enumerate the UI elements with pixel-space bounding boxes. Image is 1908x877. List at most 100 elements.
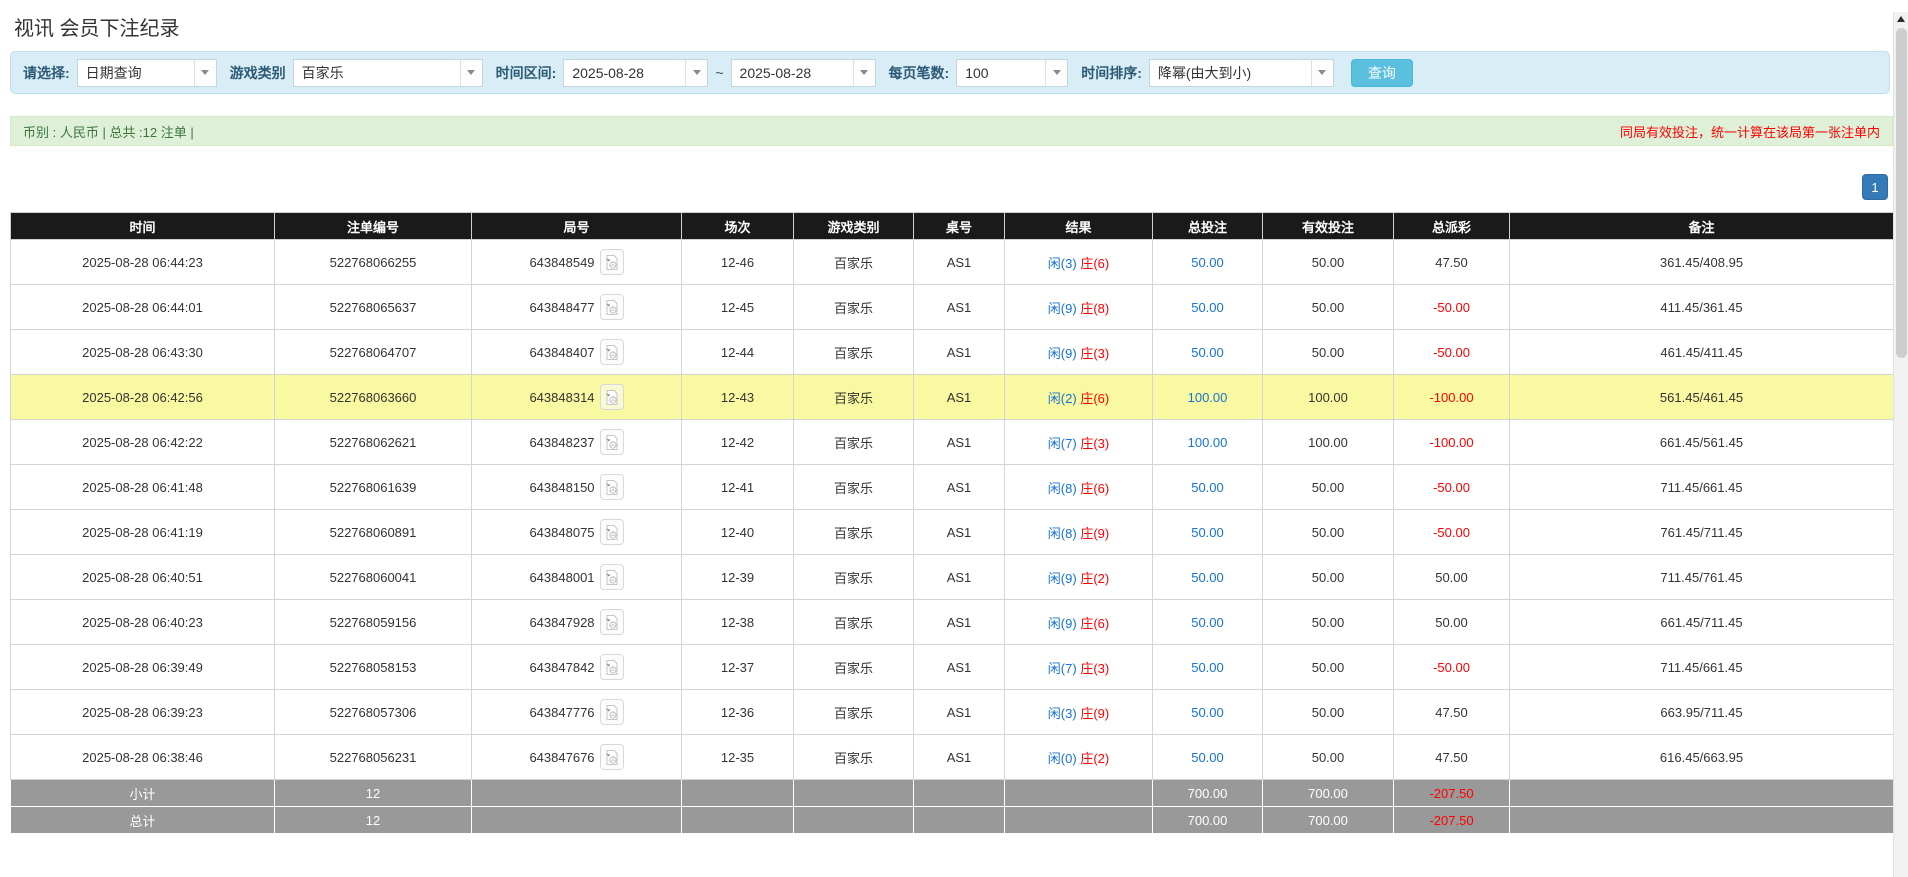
subtotal-row-result-empty [1005,780,1153,807]
table-row: 2025-08-28 06:39:49522768058153643847842… [11,645,1894,690]
scrollbar-thumb[interactable] [1896,28,1907,358]
column-header-total-bet: 总投注 [1153,213,1263,240]
betting-records-page: 视讯 会员下注纪录 请选择: 日期查询 游戏类别 百家乐 时间区间: 2025-… [0,12,1893,834]
result-text: 闲(0) 庄(2) [1048,751,1109,766]
payout-cell: -50.00 [1394,330,1510,375]
total-bet-link[interactable]: 50.00 [1191,705,1224,720]
remark-cell: 711.45/761.45 [1510,555,1894,600]
game-type-select[interactable]: 百家乐 [293,59,483,87]
video-replay-button[interactable] [600,384,624,410]
video-replay-button[interactable] [600,429,624,455]
filter-bar: 请选择: 日期查询 游戏类别 百家乐 时间区间: 2025-08-28 ~ 20… [10,51,1890,94]
video-replay-button[interactable] [600,699,624,725]
total-bet-link[interactable]: 50.00 [1191,660,1224,675]
total-bet-link[interactable]: 50.00 [1191,300,1224,315]
round-cell: 643848477 [472,285,682,330]
session-cell: 12-38 [682,600,794,645]
query-type-label: 请选择: [23,63,70,83]
film-icon [604,434,619,451]
summary-bar: 币别 : 人民币 | 总共 :12 注单 | 同局有效投注，统一计算在该局第一张… [10,116,1893,146]
total-bet-link[interactable]: 100.00 [1188,435,1228,450]
banker-result: 庄(3) [1080,436,1109,451]
session-cell: 12-40 [682,510,794,555]
session-cell: 12-37 [682,645,794,690]
total-bet-cell: 50.00 [1153,285,1263,330]
result-text: 闲(7) 庄(3) [1048,661,1109,676]
video-replay-button[interactable] [600,654,624,680]
valid-bet-cell: 50.00 [1263,240,1394,285]
game-type-cell: 百家乐 [794,555,914,600]
query-type-value: 日期查询 [78,60,194,86]
search-button[interactable]: 查询 [1351,59,1413,87]
video-replay-button[interactable] [600,294,624,320]
chevron-down-icon[interactable] [460,60,482,86]
chevron-down-icon[interactable] [1045,60,1067,86]
result-text: 闲(9) 庄(2) [1048,571,1109,586]
chevron-down-icon[interactable] [194,60,216,86]
round-cell: 643847676 [472,735,682,780]
chevron-down-icon[interactable] [685,60,707,86]
table-row: 2025-08-28 06:42:56522768063660643848314… [11,375,1894,420]
video-replay-button[interactable] [600,609,624,635]
column-header-session: 场次 [682,213,794,240]
player-result: 闲(2) [1048,391,1077,406]
video-replay-button[interactable] [600,474,624,500]
player-result: 闲(0) [1048,751,1077,766]
player-result: 闲(9) [1048,301,1077,316]
time-cell: 2025-08-28 06:42:22 [11,420,275,465]
video-replay-button[interactable] [600,564,624,590]
remark-cell: 361.45/408.95 [1510,240,1894,285]
player-result: 闲(7) [1048,436,1077,451]
round-id: 643848001 [529,570,594,585]
up-arrow-icon[interactable] [1894,12,1908,26]
total-bet-link[interactable]: 50.00 [1191,525,1224,540]
payout-cell: 47.50 [1394,690,1510,735]
total-bet-cell: 50.00 [1153,510,1263,555]
table-no-cell: AS1 [914,330,1005,375]
page-size-select[interactable]: 100 [956,59,1068,87]
chevron-down-icon[interactable] [853,60,875,86]
video-replay-button[interactable] [600,249,624,275]
total-bet-link[interactable]: 50.00 [1191,750,1224,765]
film-icon [604,524,619,541]
table-no-cell: AS1 [914,600,1005,645]
result-cell: 闲(7) 庄(3) [1005,420,1153,465]
bet-id-cell: 522768059156 [275,600,472,645]
video-replay-button[interactable] [600,744,624,770]
date-to-select[interactable]: 2025-08-28 [731,59,876,87]
date-from-select[interactable]: 2025-08-28 [563,59,708,87]
time-cell: 2025-08-28 06:44:23 [11,240,275,285]
subtotal-row-session-empty [682,780,794,807]
total-bet-cell: 50.00 [1153,645,1263,690]
total-bet-link[interactable]: 100.00 [1188,390,1228,405]
remark-cell: 661.45/711.45 [1510,600,1894,645]
total-bet-link[interactable]: 50.00 [1191,480,1224,495]
session-cell: 12-35 [682,735,794,780]
banker-result: 庄(9) [1080,526,1109,541]
result-text: 闲(2) 庄(6) [1048,391,1109,406]
total-bet-link[interactable]: 50.00 [1191,615,1224,630]
subtotal-row-table-no-empty [914,780,1005,807]
chevron-down-icon[interactable] [1311,60,1333,86]
query-type-select[interactable]: 日期查询 [77,59,217,87]
round-cell: 643848001 [472,555,682,600]
remark-cell: 661.45/561.45 [1510,420,1894,465]
page-1-button[interactable]: 1 [1862,174,1888,200]
video-replay-button[interactable] [600,339,624,365]
time-sort-select[interactable]: 降幂(由大到小) [1149,59,1334,87]
result-text: 闲(3) 庄(6) [1048,256,1109,271]
session-cell: 12-43 [682,375,794,420]
remark-cell: 663.95/711.45 [1510,690,1894,735]
session-cell: 12-44 [682,330,794,375]
game-type-cell: 百家乐 [794,285,914,330]
vertical-scrollbar[interactable] [1893,12,1908,877]
total-row-round-empty [472,807,682,834]
payout-cell: -50.00 [1394,465,1510,510]
total-bet-link[interactable]: 50.00 [1191,345,1224,360]
total-bet-link[interactable]: 50.00 [1191,570,1224,585]
video-replay-button[interactable] [600,519,624,545]
subtotal-row-count: 12 [275,780,472,807]
total-bet-link[interactable]: 50.00 [1191,255,1224,270]
round-id: 643847842 [529,660,594,675]
result-cell: 闲(9) 庄(8) [1005,285,1153,330]
